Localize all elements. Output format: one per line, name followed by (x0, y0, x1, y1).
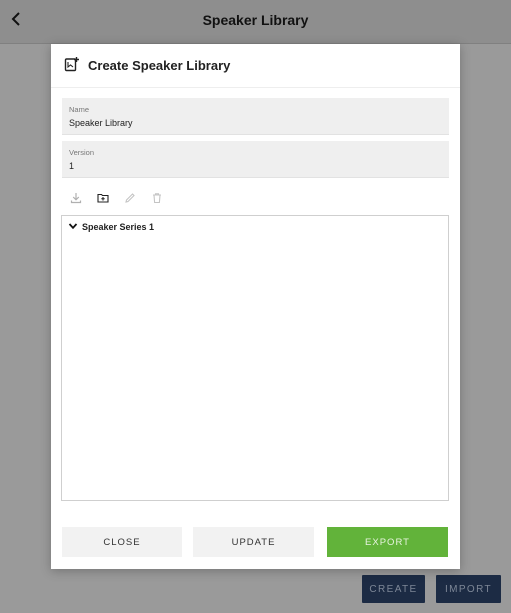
tree-item[interactable]: Speaker Series 1 (68, 221, 154, 233)
import-button[interactable]: IMPORT (436, 575, 501, 603)
tree-item-label: Speaker Series 1 (82, 222, 155, 232)
version-field[interactable]: Version (62, 141, 449, 178)
version-input[interactable] (69, 161, 439, 171)
library-tree[interactable]: Speaker Series 1 (61, 215, 449, 501)
create-library-dialog: Create Speaker Library Name Version (51, 44, 460, 569)
name-field[interactable]: Name (62, 98, 449, 135)
delete-button[interactable] (149, 192, 165, 208)
dialog-title: Create Speaker Library (88, 58, 231, 73)
page-title: Speaker Library (202, 12, 309, 28)
create-button[interactable]: CREATE (362, 575, 425, 603)
name-field-label: Name (69, 105, 90, 114)
app-header: Speaker Library (0, 0, 511, 44)
dialog-header: Create Speaker Library (51, 44, 460, 88)
download-button[interactable] (68, 192, 84, 208)
export-button[interactable]: EXPORT (327, 527, 448, 557)
folder-add-icon (97, 191, 109, 209)
close-button[interactable]: CLOSE (62, 527, 182, 557)
delete-icon (151, 191, 163, 209)
tree-toolbar (68, 192, 165, 208)
edit-button[interactable] (122, 192, 138, 208)
update-button[interactable]: UPDATE (193, 527, 314, 557)
download-icon (70, 191, 82, 209)
add-folder-button[interactable] (95, 192, 111, 208)
add-library-icon (64, 56, 82, 74)
version-field-label: Version (69, 148, 95, 157)
edit-icon (124, 191, 136, 209)
name-input[interactable] (69, 118, 439, 128)
chevron-down-icon[interactable] (68, 218, 78, 236)
